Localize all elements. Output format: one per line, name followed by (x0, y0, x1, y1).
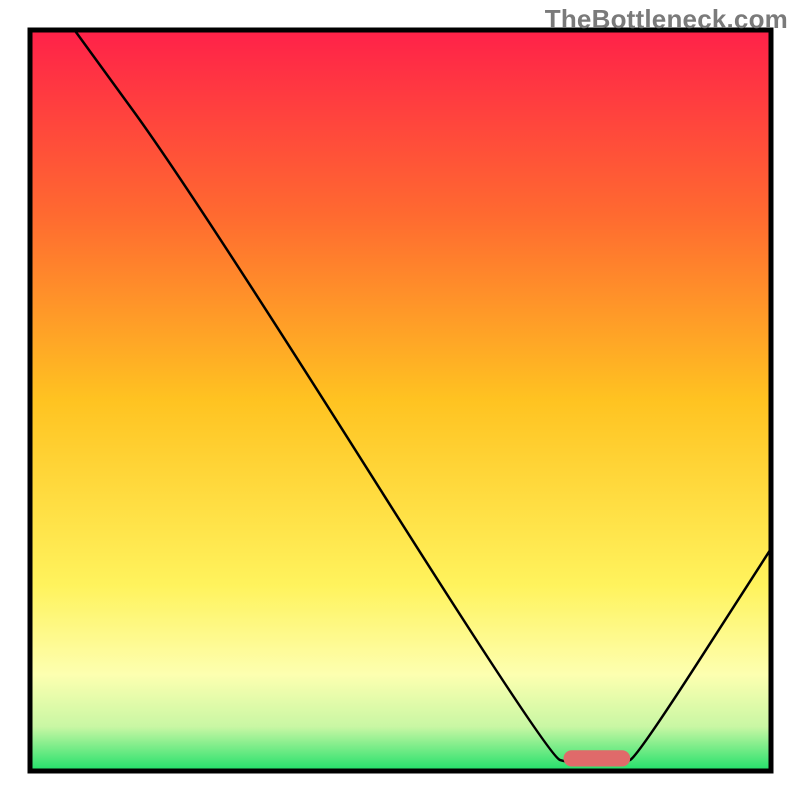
chart-container: TheBottleneck.com (0, 0, 800, 800)
bottleneck-chart (0, 0, 800, 800)
watermark-text: TheBottleneck.com (545, 4, 788, 35)
highlight-pill (564, 750, 631, 766)
plot-background (30, 30, 771, 771)
